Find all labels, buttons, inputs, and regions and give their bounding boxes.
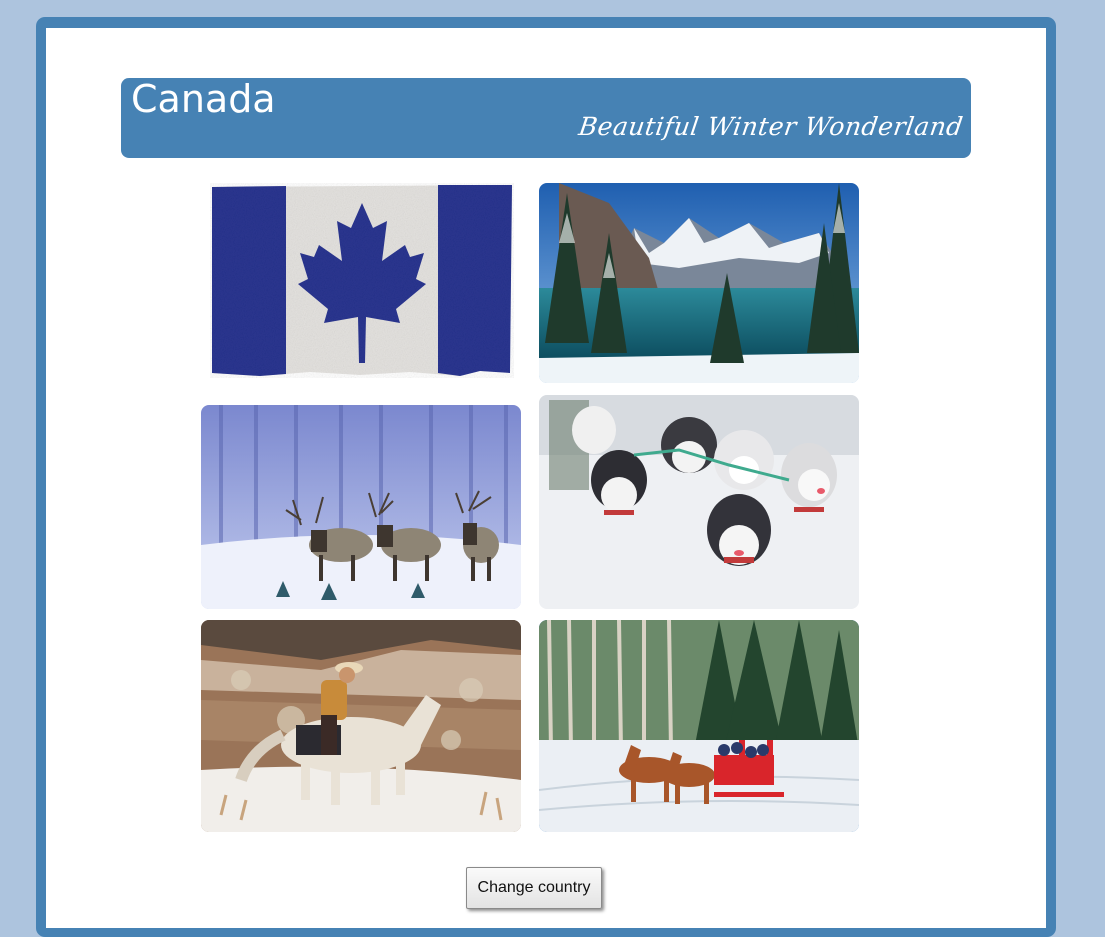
husky-sled-dogs-image (539, 395, 859, 609)
cowboy-horse-snow-image (201, 620, 521, 832)
change-country-button[interactable]: Change country (466, 867, 602, 909)
mountain-lake-image (539, 183, 859, 383)
canadian-flag-image (210, 183, 514, 378)
elk-in-snow-image (201, 405, 521, 609)
horse-drawn-sleigh-image (539, 620, 859, 832)
page-title: Canada (131, 77, 276, 121)
page-subtitle: Beautiful Winter Wonderland (576, 112, 966, 141)
header-banner: Canada Beautiful Winter Wonderland (121, 78, 971, 158)
